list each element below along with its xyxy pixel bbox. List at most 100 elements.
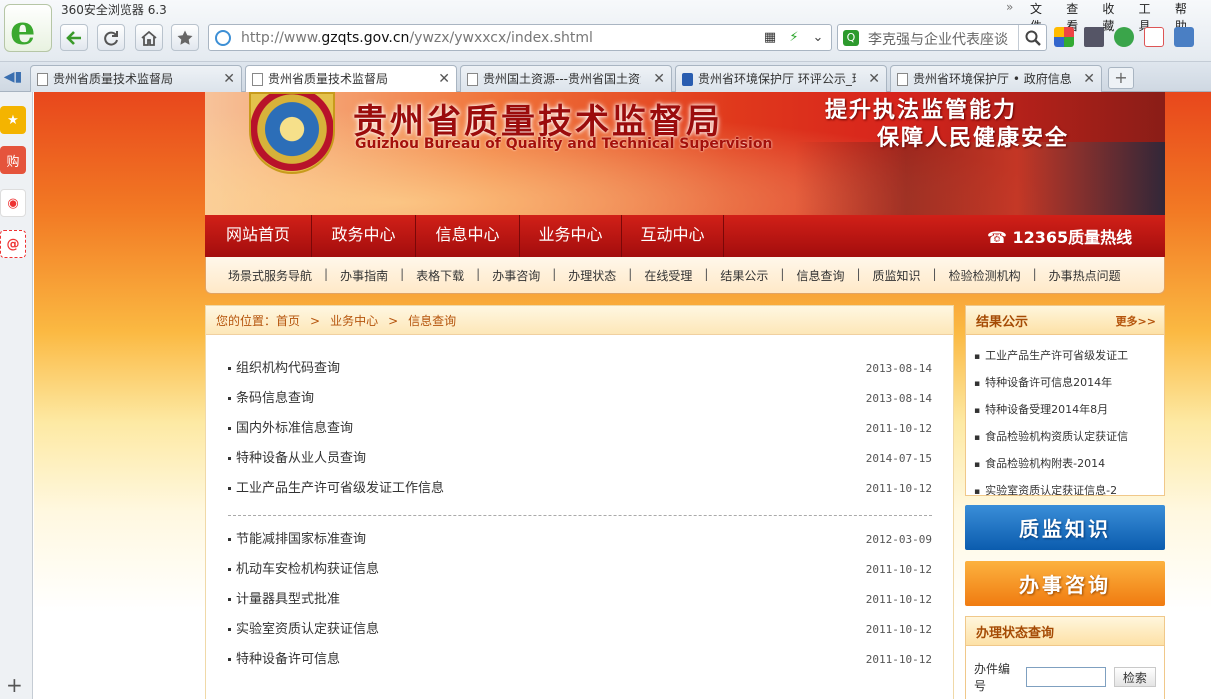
close-icon[interactable]: ✕ (223, 66, 235, 92)
subnav-item[interactable]: 办事热点问题 (1049, 267, 1121, 284)
weibo-icon[interactable]: ◉ (0, 189, 26, 217)
list-item[interactable]: 国内外标准信息查询 2011-10-12 (228, 414, 932, 444)
list-item[interactable]: 工业产品生产许可省级发证工作信息 2011-10-12 (228, 474, 932, 504)
sidebar-toggle-icon[interactable]: ◀▮ (0, 64, 26, 90)
breadcrumb-business[interactable]: 业务中心 (330, 314, 378, 328)
subnav-item[interactable]: 检验检测机构 (949, 267, 1021, 284)
close-icon[interactable]: ✕ (438, 66, 450, 92)
favorites-star-icon[interactable]: ★ (0, 106, 26, 134)
list-item-title[interactable]: 组织机构代码查询 (236, 361, 340, 376)
list-divider (228, 515, 932, 516)
list-item-date: 2012-03-09 (865, 533, 932, 546)
subnav-item[interactable]: 办事指南 (340, 267, 388, 284)
new-tab-button[interactable]: + (1108, 67, 1134, 89)
sub-navigation-items: 场景式服务导航 | 办事指南 | 表格下载 | 办事咨询 | 办理状态 | 在线受理 | 结果公示 | 信息… (228, 267, 1121, 284)
list-item-title[interactable]: 计量器具型式批准 (236, 592, 340, 607)
tab-4[interactable]: 贵州省环境保护厅 环评公示_环 ✕ (675, 65, 887, 92)
list-item[interactable]: 特种设备从业人员查询 2014-07-15 (228, 444, 932, 474)
result-item[interactable]: 食品检验机构资质认定获证信 (966, 424, 1164, 451)
subnav-item[interactable]: 办事咨询 (492, 267, 540, 284)
list-item-date: 2013-08-14 (865, 392, 932, 405)
chevron-right-icon: > (310, 314, 321, 328)
tab-label: 贵州省环境保护厅 • 政府信息公开 (913, 72, 1071, 86)
home-button[interactable] (135, 24, 163, 51)
address-bar[interactable]: http://www.gzqts.gov.cn/ywzx/ywxxcx/inde… (208, 24, 832, 51)
qr-code-icon[interactable]: ▦ (761, 28, 779, 47)
nav-business[interactable]: 业务中心 (520, 215, 622, 257)
back-button[interactable] (60, 24, 88, 51)
bullet-icon (228, 397, 231, 400)
close-icon[interactable]: ✕ (1083, 66, 1095, 92)
list-item[interactable]: 节能减排国家标准查询 2012-03-09 (228, 525, 932, 555)
list-item[interactable]: 组织机构代码查询 2013-08-14 (228, 354, 932, 384)
list-item[interactable]: 计量器具型式批准 2011-10-12 (228, 585, 932, 615)
close-icon[interactable]: ✕ (868, 66, 880, 92)
breadcrumb-home[interactable]: 首页 (276, 314, 300, 328)
list-item-title[interactable]: 机动车安检机构获证信息 (236, 562, 379, 577)
pdf-icon[interactable] (1144, 27, 1164, 47)
subnav-item[interactable]: 结果公示 (720, 267, 768, 284)
breadcrumb-current[interactable]: 信息查询 (408, 314, 456, 328)
list-item[interactable]: 机动车安检机构获证信息 2011-10-12 (228, 555, 932, 585)
consultation-banner[interactable]: 办事咨询 (965, 561, 1165, 606)
list-item[interactable]: 条码信息查询 2013-08-14 (228, 384, 932, 414)
tab-5[interactable]: 贵州省环境保护厅 • 政府信息公开 ✕ (890, 65, 1102, 92)
search-engine-icon[interactable]: Q (843, 30, 859, 46)
close-icon[interactable]: ✕ (653, 66, 665, 92)
favorite-button[interactable] (171, 24, 199, 51)
result-item[interactable]: 实验室资质认定获证信息-2 (966, 478, 1164, 505)
search-button[interactable] (1018, 25, 1046, 50)
list-item-title[interactable]: 国内外标准信息查询 (236, 421, 353, 436)
tab-2[interactable]: 贵州省质量技术监督局 ✕ (245, 65, 457, 93)
tab-3[interactable]: 贵州国土资源---贵州省国土资源厅 ✕ (460, 65, 672, 92)
subnav-item[interactable]: 信息查询 (796, 267, 844, 284)
browser-logo-icon[interactable]: e (4, 4, 52, 54)
subnav-item[interactable]: 在线受理 (644, 267, 692, 284)
chevron-down-icon[interactable]: ⌄ (809, 28, 827, 47)
lightning-icon[interactable]: ⚡ (785, 28, 803, 47)
nav-interaction[interactable]: 互动中心 (622, 215, 724, 257)
shield-icon[interactable] (1114, 27, 1134, 47)
query-list-2: 节能减排国家标准查询 2012-03-09 机动车安检机构获证信息 2011-10-1… (228, 525, 932, 675)
tab-1[interactable]: 贵州省质量技术监督局 ✕ (30, 65, 242, 92)
results-more-link[interactable]: 更多>> (1116, 313, 1156, 329)
subnav-item[interactable]: 表格下载 (416, 267, 464, 284)
site-title-en: Guizhou Bureau of Quality and Technical … (355, 136, 773, 152)
subnav-item[interactable]: 场景式服务导航 (228, 267, 312, 284)
list-item[interactable]: 实验室资质认定获证信息 2011-10-12 (228, 615, 932, 645)
media-play-icon[interactable] (1084, 27, 1104, 47)
nav-government[interactable]: 政务中心 (312, 215, 416, 257)
list-item-title[interactable]: 实验室资质认定获证信息 (236, 622, 379, 637)
case-number-input[interactable] (1025, 667, 1106, 687)
shopping-icon[interactable]: 购 (0, 146, 26, 174)
result-item[interactable]: 特种设备许可信息2014年 (966, 370, 1164, 397)
subnav-separator: | (780, 267, 785, 281)
list-item-title[interactable]: 工业产品生产许可省级发证工作信息 (236, 481, 444, 496)
bullet-icon (228, 628, 231, 631)
result-item[interactable]: 工业产品生产许可省级发证工 (966, 343, 1164, 370)
subnav-item[interactable]: 质监知识 (873, 267, 921, 284)
nav-home[interactable]: 网站首页 (205, 215, 312, 257)
more-icon[interactable] (1174, 27, 1194, 47)
add-icon[interactable]: + (6, 673, 23, 697)
tab-label: 贵州省环境保护厅 环评公示_环 (698, 72, 856, 86)
list-item-title[interactable]: 特种设备许可信息 (236, 652, 340, 667)
chevron-double-right-icon[interactable]: » (1006, 0, 1013, 14)
result-item[interactable]: 食品检验机构附表-2014 (966, 451, 1164, 478)
result-item[interactable]: 特种设备受理2014年8月 (966, 397, 1164, 424)
apps-grid-icon[interactable] (1054, 27, 1074, 47)
mail-icon[interactable]: @ (0, 230, 26, 258)
search-input[interactable]: 李克强与企业代表座谈 (868, 29, 1018, 49)
search-box[interactable]: Q 李克强与企业代表座谈 (837, 24, 1047, 51)
site-banner: 贵州省质量技术监督局 Guizhou Bureau of Quality and… (205, 92, 1165, 215)
search-submit-button[interactable]: 检索 (1113, 667, 1156, 687)
list-item-title[interactable]: 特种设备从业人员查询 (236, 451, 366, 466)
list-item[interactable]: 特种设备许可信息 2011-10-12 (228, 645, 932, 675)
quality-knowledge-banner[interactable]: 质监知识 (965, 505, 1165, 550)
list-item-title[interactable]: 条码信息查询 (236, 391, 314, 406)
url-text[interactable]: http://www.gzqts.gov.cn/ywzx/ywxxcx/inde… (241, 30, 593, 46)
list-item-title[interactable]: 节能减排国家标准查询 (236, 532, 366, 547)
refresh-button[interactable] (97, 24, 125, 51)
nav-information[interactable]: 信息中心 (416, 215, 520, 257)
subnav-item[interactable]: 办理状态 (568, 267, 616, 284)
